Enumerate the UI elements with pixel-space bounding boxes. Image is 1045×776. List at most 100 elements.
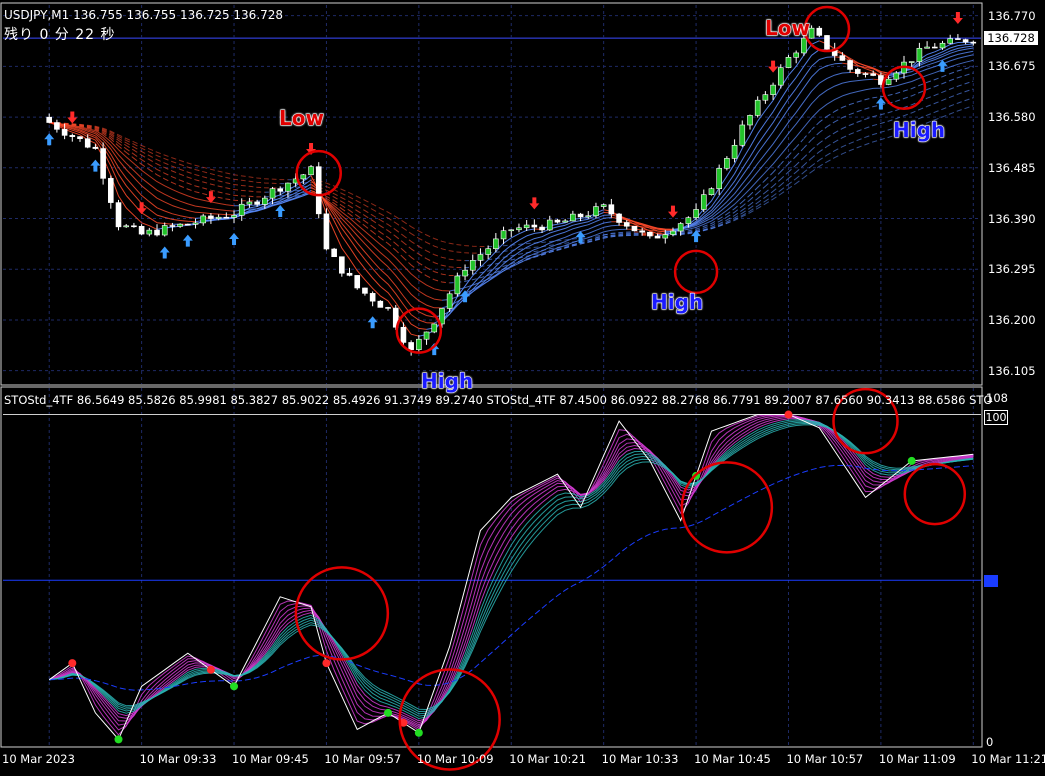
ema-ribbon-bull-line (280, 97, 974, 254)
candle-body (362, 287, 368, 294)
candle-body (285, 182, 291, 192)
price-tick-label: 136.770 (988, 8, 1036, 23)
candle-body (793, 52, 799, 58)
time-tick-label: 10 Mar 09:45 (232, 752, 309, 766)
time-tick-label: 10 Mar 10:57 (786, 752, 864, 766)
candle-body (231, 215, 237, 218)
candle-body (131, 225, 137, 228)
candle-body (847, 60, 853, 70)
candle-body (824, 35, 830, 50)
candle-body (700, 194, 707, 210)
candle-body (600, 204, 607, 207)
candle-body (92, 146, 99, 149)
time-tick-label: 10 Mar 09:33 (139, 752, 217, 766)
sell-arrow-icon (67, 111, 78, 124)
candle-body (931, 46, 938, 49)
candle-body (754, 99, 761, 116)
candle-body (416, 338, 422, 350)
ema-ribbon-bull-line (172, 43, 974, 330)
sell-arrow-icon (952, 12, 963, 25)
ema-ribbon-bull-line (264, 80, 974, 269)
buy-arrow-icon (229, 232, 240, 245)
candle-body (377, 300, 384, 308)
candle-body (315, 166, 322, 215)
buy-arrow-icon (90, 159, 101, 172)
candle-body (947, 38, 953, 44)
candle-body (908, 61, 915, 63)
candle-body (462, 269, 468, 277)
candle-body (893, 72, 900, 80)
candle-body (469, 260, 476, 271)
buy-arrow-icon (875, 97, 886, 110)
candle-body (223, 216, 230, 219)
annotation-label-high: High (420, 369, 474, 394)
annotation-circle (680, 461, 774, 554)
candle-body (61, 129, 68, 136)
candle-body (331, 248, 337, 258)
indicator-axis-bottom: 0 (986, 735, 994, 749)
candle-body (816, 27, 823, 36)
indicator-level-100: 100 (984, 410, 1008, 425)
candle-body (747, 115, 753, 126)
candle-body (169, 225, 176, 227)
candle-body (955, 38, 961, 40)
candle-body (870, 73, 876, 76)
candle-body (369, 293, 376, 302)
time-tick-label: 10 Mar 10:33 (601, 752, 679, 766)
candle-body (185, 223, 191, 226)
ema-ribbon-bear-line (49, 72, 889, 309)
bar-countdown: 残り 0 分 22 秒 (4, 27, 116, 43)
price-tick-label: 136.675 (988, 59, 1036, 74)
sell-arrow-icon (529, 197, 540, 210)
candle-body (670, 230, 676, 235)
candle-body (54, 122, 60, 130)
candle-body (84, 138, 91, 148)
time-tick-label: 10 Mar 10:09 (416, 752, 494, 766)
price-tick-label: 136.200 (988, 312, 1036, 327)
candle-body (516, 227, 522, 231)
buy-arrow-icon (367, 316, 378, 329)
mt4-chart-window[interactable]: USDJPY,M1 136.755 136.755 136.725 136.72… (0, 0, 1045, 772)
chart-canvas[interactable] (0, 0, 1045, 772)
candle-body (108, 178, 114, 203)
candle-body (577, 213, 584, 218)
candle-body (493, 238, 499, 249)
candle-body (446, 293, 453, 309)
candle-body (154, 229, 160, 236)
candle-body (208, 215, 214, 219)
stoch-signal-dot (907, 456, 916, 465)
candle-body (46, 116, 53, 123)
current-price-label: 136.728 (984, 31, 1038, 45)
time-tick-label: 10 Mar 10:21 (509, 752, 587, 766)
candle-body (385, 307, 391, 309)
candle-body (69, 135, 76, 137)
candle-body (308, 166, 314, 176)
time-tick-label: 10 Mar 11:09 (878, 752, 956, 766)
candle-body (531, 224, 538, 228)
time-tick-label: 10 Mar 2023 (2, 752, 75, 766)
candle-body (454, 275, 461, 295)
candle-body (215, 216, 222, 219)
candle-body (177, 223, 183, 227)
candle-body (554, 219, 561, 223)
stoch-signal-dot (414, 728, 423, 737)
candle-body (570, 213, 576, 222)
stoch-signal-dot (230, 682, 239, 691)
stoch-signal-dot (322, 659, 331, 668)
candle-body (708, 188, 715, 195)
candle-body (693, 209, 699, 219)
candle-body (562, 220, 568, 223)
candle-body (77, 136, 83, 140)
candle-body (631, 225, 638, 232)
candle-body (423, 331, 430, 340)
stoch-signal-dot (114, 735, 123, 744)
time-tick-label: 10 Mar 10:45 (694, 752, 771, 766)
candle-body (585, 215, 592, 218)
candle-body (677, 223, 684, 232)
candle-body (354, 275, 361, 289)
price-tick-label: 136.295 (988, 262, 1036, 277)
candle-body (500, 230, 507, 240)
indicator-mid-marker (984, 575, 998, 587)
candle-body (616, 213, 622, 223)
candle-body (639, 230, 645, 233)
